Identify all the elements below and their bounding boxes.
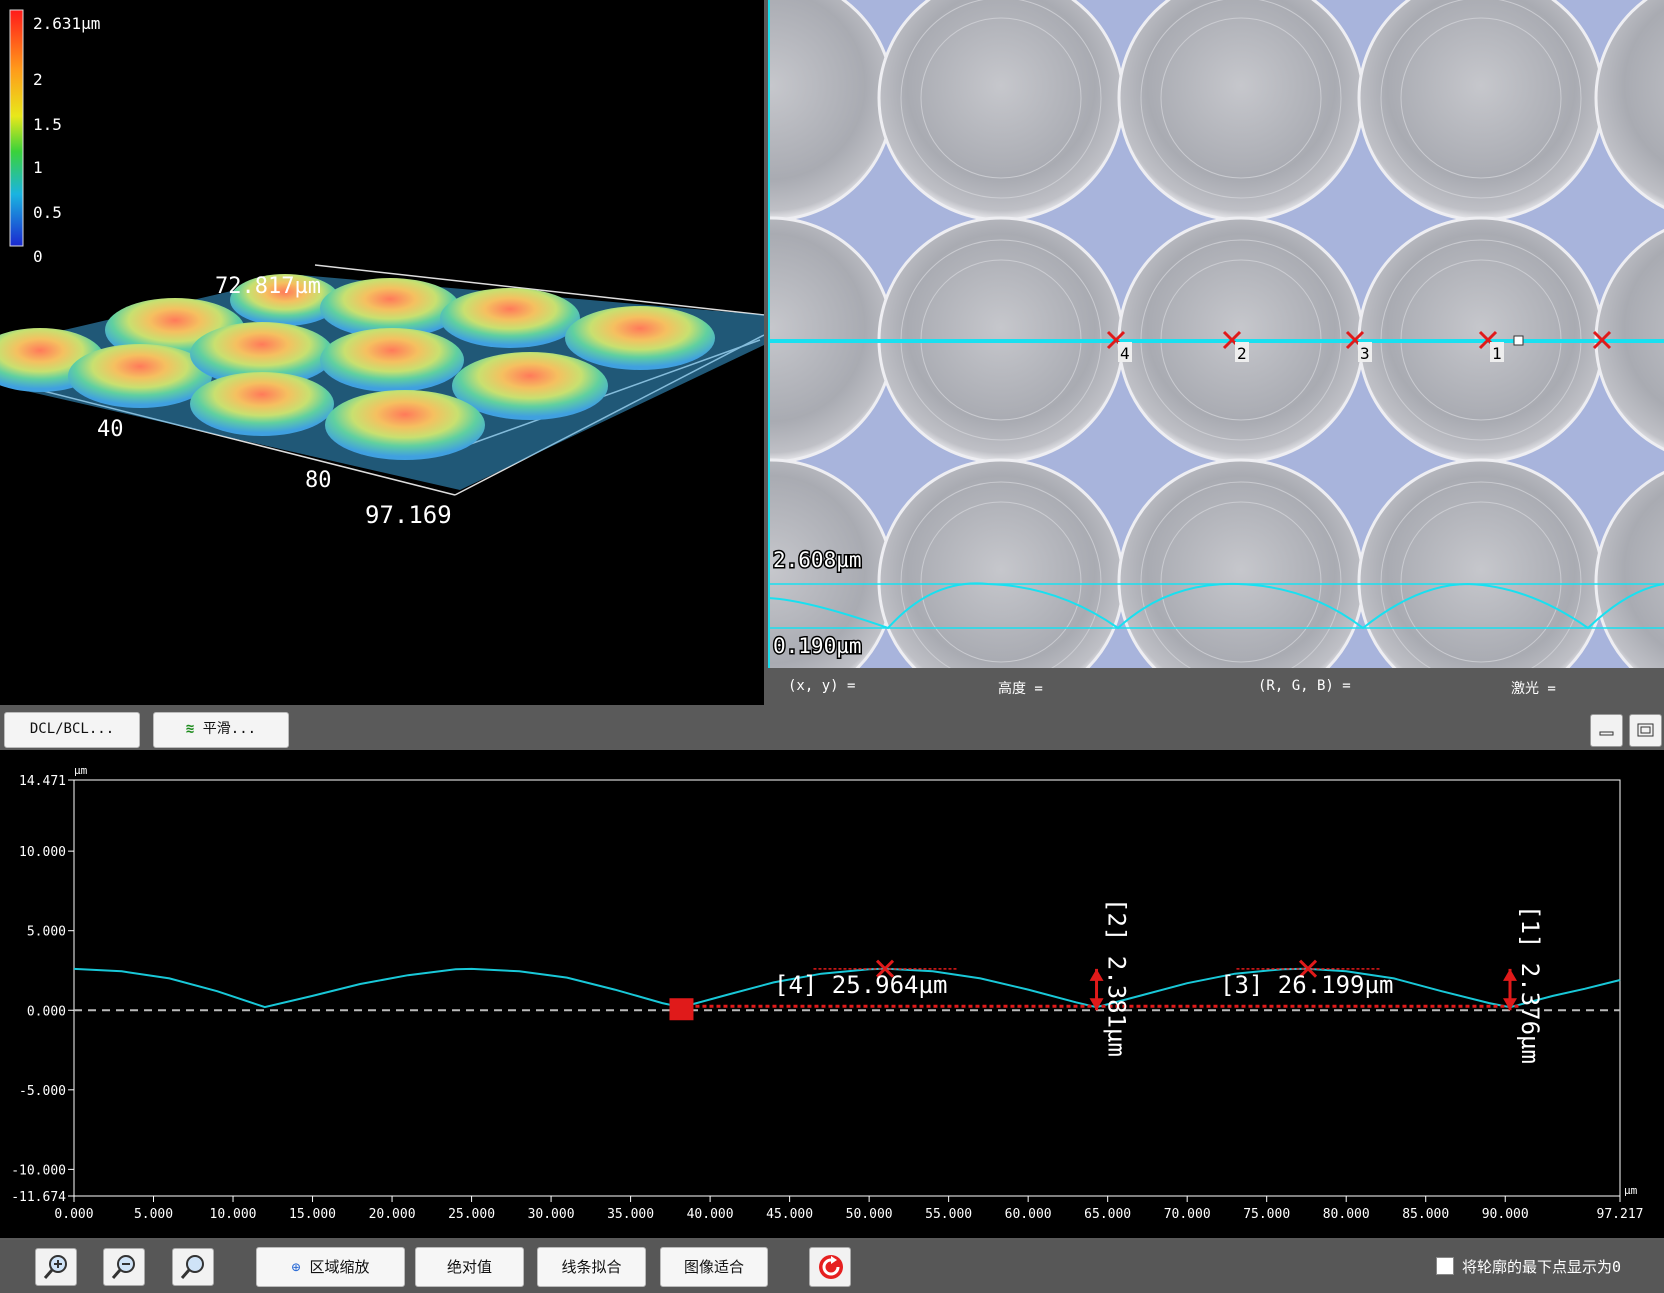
x-tick-label: 60.000 xyxy=(1005,1207,1052,1222)
x-tick-label: 97.217 xyxy=(1597,1207,1644,1222)
status-xy: (x, y) = xyxy=(788,678,856,694)
x-tick-label: 40.000 xyxy=(687,1207,734,1222)
lowest-zero-checkbox[interactable] xyxy=(1436,1257,1454,1275)
y-tick-label: 14.471 xyxy=(19,774,66,789)
profile-max-label: 2.608µm xyxy=(773,548,862,572)
y-tick-label: -5.000 xyxy=(19,1084,66,1099)
3d-surface-view[interactable]: 2.631µm 2 1.5 1 0.5 0 72.817µm 40 80 97.… xyxy=(0,0,764,705)
height-arrow-up xyxy=(1503,968,1518,981)
x-tick-label: 80.000 xyxy=(1323,1207,1370,1222)
width-annotation-4: [4] 25.964µm xyxy=(774,971,947,999)
3d-axis-label-y: 72.817µm xyxy=(215,274,321,299)
x-axis-unit: µm xyxy=(1624,1184,1638,1197)
x-tick-label: 20.000 xyxy=(369,1207,416,1222)
profile-chart-panel[interactable]: 14.471 10.000 5.000 0.000 -5.000 -10.000 -11.6… xyxy=(0,750,1664,1238)
absolute-value-label: 绝对值 xyxy=(446,1258,492,1276)
restore-button[interactable] xyxy=(1629,714,1662,747)
x-tick-label: 30.000 xyxy=(528,1207,575,1222)
zoom-out-button[interactable] xyxy=(103,1248,145,1286)
zoom-out-icon xyxy=(111,1255,135,1279)
3d-axis-label-x80: 80 xyxy=(305,468,332,493)
3d-view-panel[interactable]: 2.631µm 2 1.5 1 0.5 0 72.817µm 40 80 97.… xyxy=(0,0,764,705)
x-tick-label: 5.000 xyxy=(134,1207,173,1222)
area-zoom-button[interactable]: ⊕ 区域缩放 xyxy=(256,1247,405,1287)
area-zoom-label: 区域缩放 xyxy=(309,1258,370,1276)
status-laser: 激光 = xyxy=(1511,681,1556,697)
start-marker[interactable] xyxy=(669,998,694,1021)
zoom-in-button[interactable] xyxy=(35,1248,77,1286)
3d-axis-label-x40: 40 xyxy=(97,417,124,442)
minimize-button[interactable] xyxy=(1590,714,1623,747)
marker-label: 2 xyxy=(1237,344,1247,363)
y-tick-label: 10.000 xyxy=(19,845,66,860)
x-tick-label: 50.000 xyxy=(846,1207,893,1222)
x-tick-label: 90.000 xyxy=(1482,1207,1529,1222)
area-zoom-icon: ⊕ xyxy=(291,1258,301,1276)
status-rgb: (R, G, B) = xyxy=(1258,678,1351,694)
micrograph-image[interactable]: 4 2 3 1 2.608µm 0.190µm xyxy=(768,0,1664,668)
image-fit-label: 图像适合 xyxy=(683,1258,744,1276)
refresh-button[interactable] xyxy=(809,1247,851,1287)
y-tick-label: -10.000 xyxy=(11,1163,66,1178)
x-tick-label: 35.000 xyxy=(607,1207,654,1222)
zoom-reset-button[interactable] xyxy=(172,1248,214,1286)
profile-chart[interactable]: 14.471 10.000 5.000 0.000 -5.000 -10.000 -11.6… xyxy=(0,750,1664,1238)
y-tick-label: 5.000 xyxy=(27,925,66,940)
x-tick-label: 15.000 xyxy=(289,1207,336,1222)
y-tick-label: -11.674 xyxy=(11,1190,66,1205)
image-fit-button[interactable]: 图像适合 xyxy=(660,1247,768,1287)
x-tick-label: 70.000 xyxy=(1164,1207,1211,1222)
y-axis-unit: µm xyxy=(74,764,88,777)
colorbar-max-label: 2.631µm xyxy=(33,14,100,33)
x-tick-label: 25.000 xyxy=(448,1207,495,1222)
x-tick-label: 55.000 xyxy=(925,1207,972,1222)
x-tick-label: 10.000 xyxy=(210,1207,257,1222)
colorbar-tick: 2 xyxy=(33,70,43,89)
status-bar: (x, y) = 高度 = (R, G, B) = 激光 = xyxy=(768,668,1664,705)
width-annotation-3: [3] 26.199µm xyxy=(1220,971,1393,999)
x-tick-label: 75.000 xyxy=(1243,1207,1290,1222)
line-fit-button[interactable]: 线条拟合 xyxy=(537,1247,646,1287)
bottom-toolbar: ⊕ 区域缩放 绝对值 线条拟合 图像适合 将轮廓的最下点显示为0 xyxy=(0,1240,1664,1293)
status-height: 高度 = xyxy=(998,681,1043,697)
x-tick-label: 45.000 xyxy=(766,1207,813,1222)
3d-axis-label-xend: 97.169 xyxy=(365,501,452,529)
x-tick-label: 65.000 xyxy=(1084,1207,1131,1222)
zoom-in-icon xyxy=(43,1255,67,1279)
x-tick-label: 85.000 xyxy=(1402,1207,1449,1222)
micrograph-panel[interactable]: 4 2 3 1 2.608µm 0.190µm xyxy=(768,0,1664,668)
height-arrow-down xyxy=(1503,998,1518,1011)
height-arrow-down xyxy=(1089,998,1104,1011)
line-fit-label: 线条拟合 xyxy=(561,1258,622,1276)
y-tick-label: 0.000 xyxy=(27,1004,66,1019)
colorbar xyxy=(9,9,24,247)
profile-min-label: 0.190µm xyxy=(773,634,862,658)
height-annotation-2: [2] 2.381µm xyxy=(1103,898,1131,1057)
smooth-label: 平滑... xyxy=(202,721,257,737)
colorbar-tick: 1.5 xyxy=(33,115,62,134)
height-arrow-up xyxy=(1089,968,1104,981)
colorbar-tick: 1 xyxy=(33,158,43,177)
absolute-value-button[interactable]: 绝对值 xyxy=(415,1247,524,1287)
colorbar-tick: 0 xyxy=(33,247,43,266)
refresh-icon xyxy=(819,1255,843,1279)
lowest-zero-label: 将轮廓的最下点显示为0 xyxy=(1462,1258,1622,1276)
smooth-button[interactable]: ≋ 平滑... xyxy=(153,712,289,748)
marker-label: 4 xyxy=(1120,344,1130,363)
profile-toolbar: DCL/BCL... ≋ 平滑... xyxy=(0,709,1664,750)
magnifier-icon xyxy=(180,1255,204,1279)
height-annotation-1: [1] 2.376µm xyxy=(1516,905,1544,1064)
smooth-icon: ≋ xyxy=(185,721,195,737)
colorbar-tick: 0.5 xyxy=(33,203,62,222)
dcl-bcl-label: DCL/BCL... xyxy=(29,721,115,737)
dcl-bcl-button[interactable]: DCL/BCL... xyxy=(4,712,140,748)
marker-label: 3 xyxy=(1360,344,1370,363)
x-tick-label: 0.000 xyxy=(54,1207,93,1222)
marker-label: 1 xyxy=(1492,344,1502,363)
scan-line-handle[interactable] xyxy=(1513,335,1524,346)
